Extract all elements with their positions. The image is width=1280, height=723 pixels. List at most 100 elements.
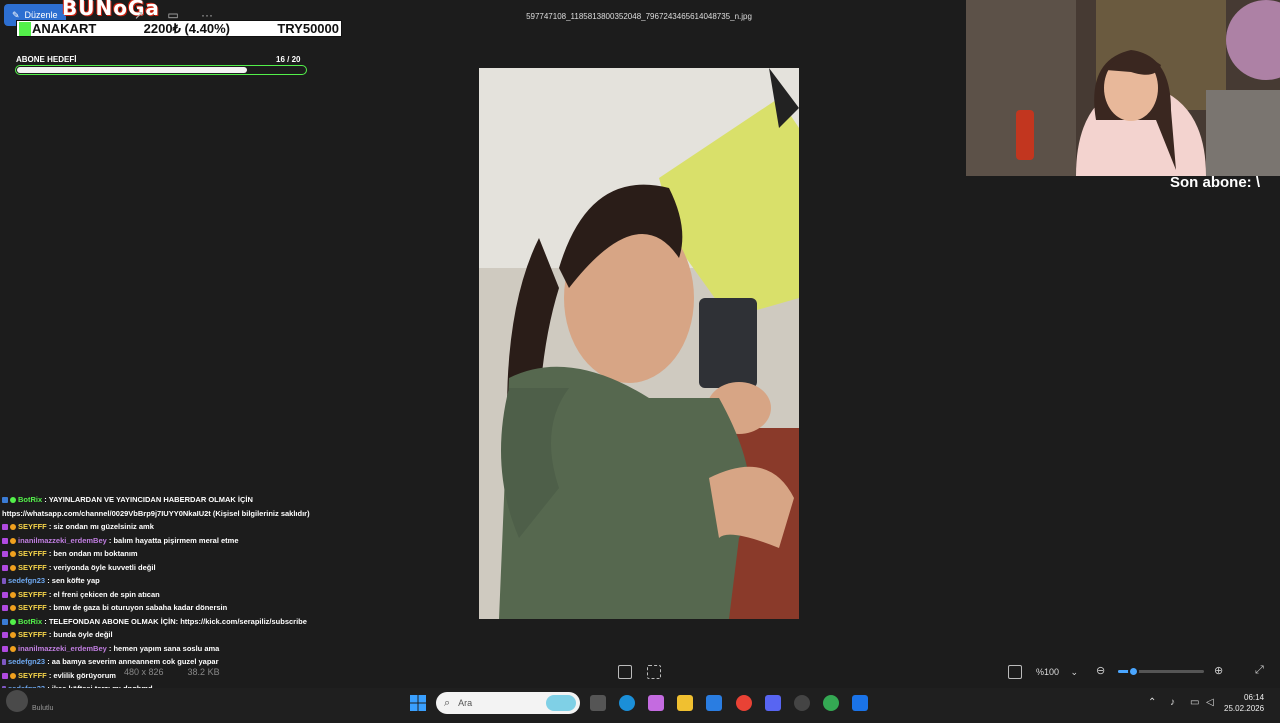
volume-icon[interactable]: ◁ — [1206, 697, 1214, 708]
webcam-feed — [966, 0, 1280, 176]
chat-text: : ben ondan mı boktanım — [46, 549, 138, 558]
taskbar-clock[interactable]: 06:14 25.02.2026 — [1224, 692, 1264, 714]
edit-label: Düzenle — [24, 10, 58, 20]
chat-text: : TELEFONDAN ABONE OLMAK İÇİN: https://k… — [42, 616, 307, 626]
chat-username[interactable]: BotRix — [18, 495, 42, 504]
fullscreen-icon[interactable]: ⤢ — [1255, 664, 1264, 677]
viewed-photo — [479, 68, 799, 619]
user-badge-icon — [2, 659, 6, 666]
price-ticker: ANAKART 2200₺ (4.40%) TRY50000 — [16, 20, 342, 37]
photo-illustration — [479, 68, 799, 619]
ticker-change: 2200₺ (4.40%) — [143, 20, 230, 36]
zoom-select[interactable]: %100 ⌄ — [1030, 663, 1084, 681]
chat-username[interactable]: SEYFFF — [18, 671, 47, 680]
webcam-illustration — [966, 0, 1280, 176]
verified-badge-icon — [10, 618, 16, 625]
chrome-icon[interactable] — [736, 695, 752, 711]
chat-username[interactable]: SEYFFF — [18, 563, 47, 572]
bot-badge-icon — [2, 618, 8, 625]
image-filesize: 38.2 KB — [187, 667, 220, 677]
weather-icon[interactable] — [6, 690, 28, 712]
search-icon: ⌕ — [444, 696, 451, 709]
crop-icon[interactable] — [647, 665, 661, 679]
chat-username[interactable]: SEYFFF — [18, 590, 47, 599]
task-view-icon[interactable] — [590, 695, 606, 711]
fit-screen-icon[interactable] — [618, 665, 632, 679]
sub-badge-icon — [2, 537, 8, 544]
discord-icon[interactable] — [765, 695, 781, 711]
chevron-down-icon: ⌄ — [1070, 666, 1078, 677]
zoom-slider[interactable] — [1118, 666, 1204, 677]
chat-username[interactable]: inanilmazzeki_erdemBey — [18, 536, 107, 545]
copilot-icon[interactable] — [648, 695, 664, 711]
chat-username[interactable]: BotRix — [18, 617, 42, 626]
chat-message: SEYFFF : ben ondan mı boktanım — [2, 547, 472, 561]
chat-message: SEYFFF : veriyonda öyle kuvvetli değil — [2, 561, 472, 575]
chat-text: : balım hayatta pişirmem meral etme — [106, 535, 239, 545]
zoom-out-icon[interactable]: ⊖ — [1096, 664, 1105, 677]
microphone-icon[interactable]: ♪ — [1170, 697, 1175, 708]
image-dimensions: 480 x 826 — [124, 667, 164, 677]
chat-text: : evlilik görüyorum — [46, 670, 116, 680]
chat-username[interactable]: inanilmazzeki_erdemBey — [18, 644, 107, 653]
user-badge-icon — [2, 578, 6, 585]
obs-icon[interactable] — [794, 695, 810, 711]
zoom-in-icon[interactable]: ⊕ — [1214, 664, 1223, 677]
coin-badge-icon — [10, 551, 16, 558]
ticker-price: TRY50000 — [277, 21, 339, 36]
chat-username[interactable]: SEYFFF — [18, 522, 47, 531]
chat-message: inanilmazzeki_erdemBey : hemen yapım san… — [2, 642, 472, 656]
coin-badge-icon — [10, 605, 16, 612]
sub-badge-icon — [2, 564, 8, 571]
chat-message: SEYFFF : el freni çekicen de spin atıcan — [2, 588, 472, 602]
chat-text: : hemen yapım sana soslu ama — [106, 643, 220, 653]
taskbar — [0, 688, 1280, 720]
chat-message: SEYFFF : bmw de gaza bi oturuyon sabaha … — [2, 601, 472, 615]
chat-message: inanilmazzeki_erdemBey : balım hayatta p… — [2, 534, 472, 548]
edge-icon[interactable] — [619, 695, 635, 711]
image-meta: 480 x 826 38.2 KB — [124, 667, 220, 677]
chrome-alt-icon[interactable] — [823, 695, 839, 711]
sub-badge-icon — [2, 551, 8, 558]
zoom-value: %100 — [1036, 667, 1060, 677]
chat-message: sedefgn23 : aa bamya severim anneannem c… — [2, 655, 472, 669]
verified-badge-icon — [10, 497, 16, 504]
chat-username[interactable]: sedefgn23 — [8, 576, 45, 585]
tray-chevron-icon[interactable]: ⌃ — [1148, 697, 1156, 708]
chat-message: sedefgn23 : sen köfte yap — [2, 574, 472, 588]
windows-start-icon[interactable] — [410, 695, 426, 711]
file-explorer-icon[interactable] — [677, 695, 693, 711]
coin-badge-icon — [10, 537, 16, 544]
chat-message: https://whatsapp.com/channel/0029VbBrp9j… — [2, 507, 472, 521]
store-icon[interactable] — [706, 695, 722, 711]
chat-message: BotRix : TELEFONDAN ABONE OLMAK İÇİN: ht… — [2, 615, 472, 629]
chat-text: : veriyonda öyle kuvvetli değil — [46, 562, 156, 572]
chat-username[interactable]: SEYFFF — [18, 603, 47, 612]
taskbar-search[interactable]: ⌕ Ara — [436, 692, 580, 714]
chat-username[interactable]: SEYFFF — [18, 630, 47, 639]
chat-message: SEYFFF : evlilik görüyorum — [2, 669, 472, 683]
photos-icon[interactable] — [852, 695, 868, 711]
chat-text: : sen köfte yap — [45, 576, 100, 585]
chat-message: BotRix : YAYINLARDAN VE YAYINCIDAN HABER… — [2, 493, 472, 507]
chat-username[interactable]: sedefgn23 — [8, 657, 45, 666]
edit-icon: ✎ — [12, 9, 20, 20]
actual-size-icon[interactable] — [1008, 665, 1022, 679]
clock-time: 06:14 — [1244, 693, 1265, 702]
zoom-slider-handle[interactable] — [1128, 666, 1139, 677]
search-placeholder: Ara — [458, 698, 473, 708]
coin-badge-icon — [10, 672, 16, 679]
sub-goal-label: ABONE HEDEFİ — [16, 55, 77, 64]
ticker-marker — [19, 22, 31, 37]
chat-username[interactable]: SEYFFF — [18, 549, 47, 558]
sub-badge-icon — [2, 632, 8, 639]
network-icon[interactable]: ▭ — [1190, 697, 1199, 708]
sub-badge-icon — [2, 524, 8, 531]
chat-text: https://whatsapp.com/channel/0029VbBrp9j… — [2, 508, 310, 518]
coin-badge-icon — [10, 591, 16, 598]
chat-message: SEYFFF : bunda öyle değil — [2, 628, 472, 642]
coin-badge-icon — [10, 632, 16, 639]
image-filename: 597747108_1185813800352048_7967243465614… — [526, 12, 752, 21]
chat-message: SEYFFF : siz ondan mı güzelsiniz amk — [2, 520, 472, 534]
coin-badge-icon — [10, 564, 16, 571]
